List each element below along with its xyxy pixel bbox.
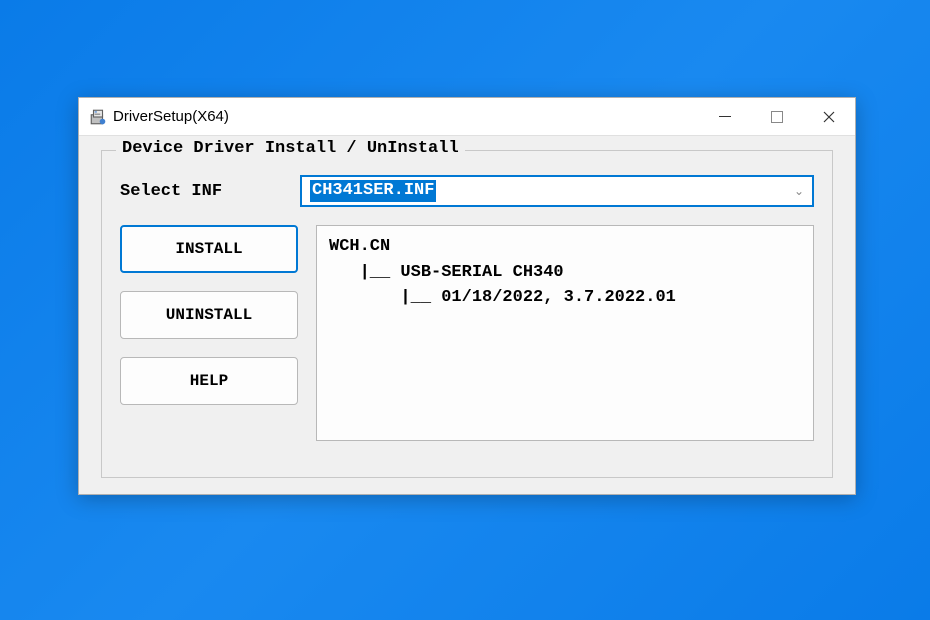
install-button[interactable]: INSTALL	[120, 225, 298, 273]
app-icon	[89, 108, 107, 126]
inf-selected-value: CH341SER.INF	[310, 180, 436, 202]
info-line-1: WCH.CN	[329, 237, 390, 256]
button-column: INSTALL UNINSTALL HELP	[120, 225, 298, 441]
group-legend: Device Driver Install / UnInstall	[116, 139, 465, 158]
info-line-3: |__ 01/18/2022, 3.7.2022.01	[329, 288, 676, 307]
title-bar[interactable]: DriverSetup(X64)	[79, 98, 855, 136]
uninstall-button[interactable]: UNINSTALL	[120, 291, 298, 339]
window-title: DriverSetup(X64)	[113, 108, 699, 125]
lower-area: INSTALL UNINSTALL HELP WCH.CN |__ USB-SE…	[120, 225, 814, 441]
close-button[interactable]	[803, 98, 855, 135]
driver-info-box: WCH.CN |__ USB-SERIAL CH340 |__ 01/18/20…	[316, 225, 814, 441]
maximize-button[interactable]	[751, 98, 803, 135]
client-area: Device Driver Install / UnInstall Select…	[79, 136, 855, 498]
driver-groupbox: Device Driver Install / UnInstall Select…	[101, 150, 833, 478]
select-inf-row: Select INF CH341SER.INF ⌄	[120, 175, 814, 207]
select-inf-label: Select INF	[120, 182, 300, 201]
chevron-down-icon: ⌄	[794, 184, 804, 198]
help-button[interactable]: HELP	[120, 357, 298, 405]
window-controls	[699, 98, 855, 135]
minimize-button[interactable]	[699, 98, 751, 135]
close-icon	[823, 111, 835, 123]
app-window: DriverSetup(X64) Device Driver Install /…	[78, 97, 856, 495]
info-line-2: |__ USB-SERIAL CH340	[329, 263, 564, 282]
inf-combobox[interactable]: CH341SER.INF ⌄	[300, 175, 814, 207]
